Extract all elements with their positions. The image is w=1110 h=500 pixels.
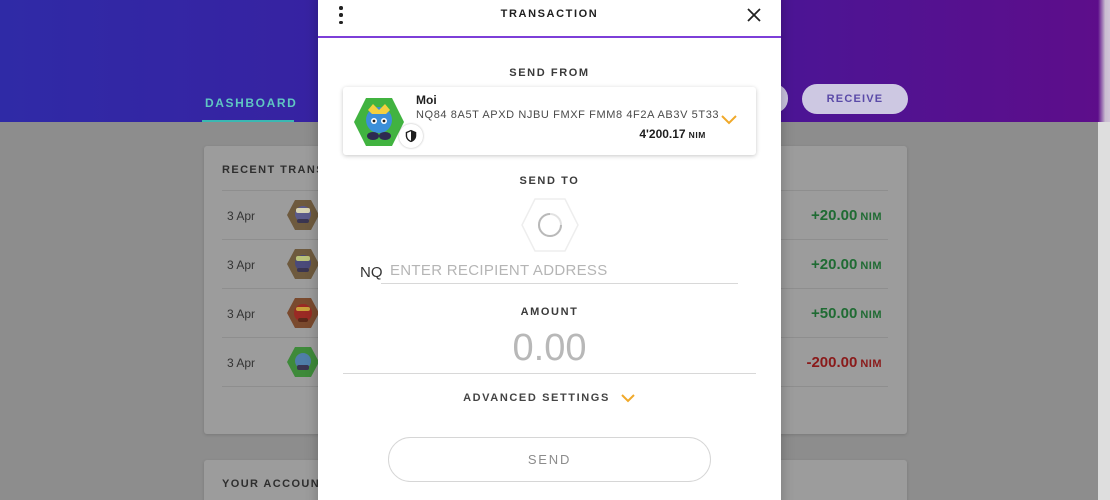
recipient-identicon-placeholder-icon [521, 198, 579, 252]
modal-header: TRANSACTION [318, 0, 781, 38]
transaction-date: 3 Apr [227, 209, 256, 223]
identicon-icon [287, 200, 319, 230]
shield-icon [399, 124, 423, 148]
identicon-icon [287, 298, 319, 328]
transaction-amount: -200.00 NIM [806, 354, 882, 371]
account-name: Moi [416, 93, 437, 107]
advanced-settings-label: ADVANCED SETTINGS [463, 392, 610, 404]
app-body-edge [1098, 122, 1110, 500]
send-button[interactable]: SEND [388, 437, 711, 482]
identicon-icon [287, 347, 319, 377]
recent-transactions-title: RECENT TRANS [222, 164, 325, 176]
recipient-address-input[interactable] [381, 258, 738, 284]
advanced-settings-toggle[interactable]: ADVANCED SETTINGS [318, 392, 781, 404]
amount-label: AMOUNT [520, 306, 579, 318]
send-from-label: SEND FROM [509, 67, 590, 79]
address-prefix: NQ [360, 264, 383, 281]
transaction-amount: +20.00 NIM [811, 256, 882, 273]
chevron-down-icon[interactable] [720, 114, 738, 126]
account-balance: 4'200.17 NIM [639, 127, 706, 141]
transaction-modal: TRANSACTION SEND FROM Moi NQ84 8A5T APXD… [318, 0, 781, 500]
modal-title: TRANSACTION [500, 8, 599, 20]
transaction-date: 3 Apr [227, 356, 256, 370]
your-accounts-title: YOUR ACCOUNT [222, 478, 329, 490]
transaction-date: 3 Apr [227, 307, 256, 321]
account-identicon-icon [354, 98, 404, 146]
amount-input[interactable] [343, 324, 756, 374]
close-icon[interactable] [743, 4, 765, 26]
chevron-down-icon [621, 393, 635, 402]
sender-account-select[interactable]: Moi NQ84 8A5T APXD NJBU FMXF FMM8 4F2A A… [343, 87, 756, 155]
receive-button[interactable]: RECEIVE [802, 84, 908, 114]
transaction-amount: +20.00 NIM [811, 207, 882, 224]
tab-dashboard[interactable]: DASHBOARD [205, 96, 297, 110]
transaction-date: 3 Apr [227, 258, 256, 272]
identicon-icon [287, 249, 319, 279]
account-address: NQ84 8A5T APXD NJBU FMXF FMM8 4F2A AB3V … [416, 109, 720, 121]
transaction-amount: +50.00 NIM [811, 305, 882, 322]
send-to-label: SEND TO [519, 175, 580, 187]
